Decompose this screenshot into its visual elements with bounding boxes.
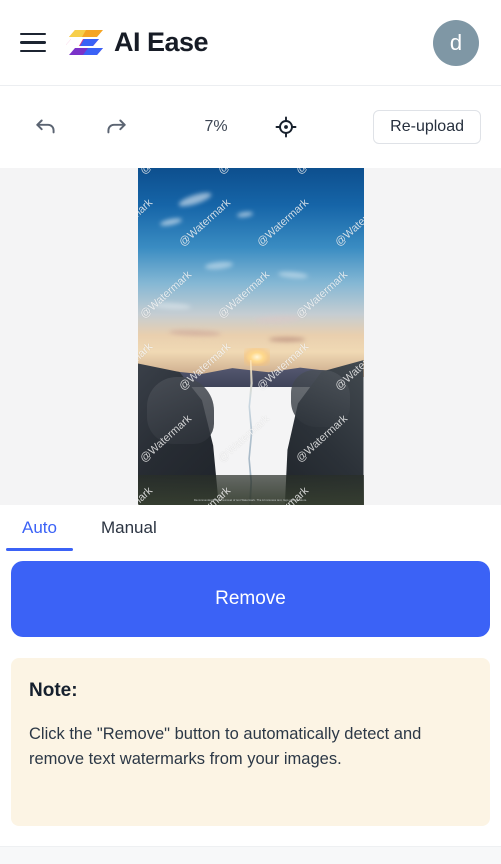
mode-tabs: Auto Manual [0, 505, 501, 551]
footer-strip [0, 826, 501, 864]
canyon-river-sunset-photo: Recommended for the removal of text Wate… [137, 168, 364, 505]
app-header: AI Ease d [0, 0, 501, 86]
redo-arrow-icon [107, 119, 126, 134]
avatar[interactable]: d [433, 19, 479, 66]
note-body: Click the "Remove" button to automatical… [29, 725, 422, 769]
photo-container[interactable]: Recommended for the removal of text Wate… [137, 168, 364, 505]
action-area: Remove [0, 551, 501, 637]
note-panel: Note: Click the "Remove" button to autom… [11, 658, 490, 826]
hamburger-bar [20, 49, 46, 53]
undo-button[interactable] [26, 107, 66, 147]
rock-outcrop [146, 376, 215, 445]
image-canvas[interactable]: Recommended for the removal of text Wate… [0, 168, 501, 505]
remove-button[interactable]: Remove [11, 561, 490, 637]
undo-arrow-icon [36, 119, 55, 134]
brand[interactable]: AI Ease [66, 27, 209, 58]
note-title: Note: [29, 680, 78, 701]
crosshair-target-icon [275, 116, 297, 138]
app-root: AI Ease d 7% Re-upload Recommended for t… [0, 0, 501, 864]
brand-name: AI Ease [114, 27, 209, 57]
sun [244, 347, 271, 366]
editor-toolbar: 7% Re-upload [0, 86, 501, 168]
note-area: Note: Click the "Remove" button to autom… [0, 637, 501, 826]
zoom-level-label: 7% [204, 118, 228, 135]
tab-manual[interactable]: Manual [93, 505, 165, 551]
photo-caption: Recommended for the removal of text Wate… [193, 498, 308, 502]
hamburger-bar [20, 32, 46, 36]
ai-ease-logo-icon [66, 29, 103, 55]
tab-auto[interactable]: Auto [6, 505, 73, 551]
reupload-button[interactable]: Re-upload [373, 110, 481, 144]
redo-button[interactable] [96, 107, 136, 147]
hamburger-menu-icon[interactable] [16, 26, 50, 60]
hamburger-bar [20, 41, 46, 44]
fit-to-screen-button[interactable] [266, 107, 306, 147]
cloud [268, 336, 305, 342]
rock-outcrop [291, 370, 350, 428]
sky-region [137, 168, 364, 377]
